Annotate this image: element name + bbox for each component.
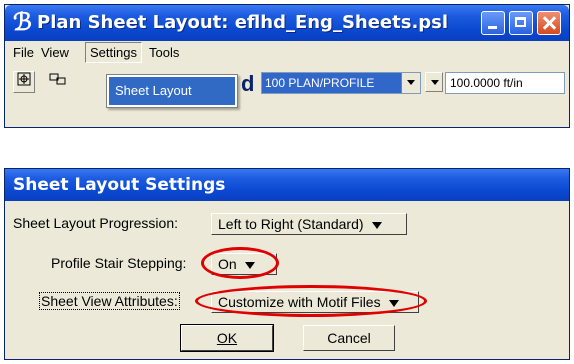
- progression-select[interactable]: Left to Right (Standard): [211, 213, 407, 235]
- minimize-button[interactable]: [481, 11, 505, 35]
- dialog-title-bar[interactable]: Sheet Layout Settings: [5, 169, 569, 201]
- menu-item-sheet-layout[interactable]: Sheet Layout: [109, 77, 235, 105]
- app-logo-icon: ℬ: [13, 7, 32, 36]
- menu-bar: File View Settings Tools: [5, 41, 569, 65]
- stair-stepping-label: Profile Stair Stepping:: [51, 255, 187, 271]
- dialog-title: Sheet Layout Settings: [13, 175, 226, 195]
- toolbar: d 100 PLAN/PROFILE 100.0000 ft/in: [5, 67, 569, 115]
- sheet-boxes-icon[interactable]: [47, 71, 69, 93]
- partial-tool-label: d: [241, 71, 255, 96]
- plan-sheet-layout-window: ℬ Plan Sheet Layout: eflhd_Eng_Sheets.ps…: [4, 4, 570, 128]
- highlight-circle: [195, 285, 427, 317]
- window-title: Plan Sheet Layout: eflhd_Eng_Sheets.psl: [37, 12, 449, 33]
- view-attributes-label: Sheet View Attributes:: [39, 292, 180, 310]
- menu-tools[interactable]: Tools: [149, 45, 179, 60]
- scale-field[interactable]: 100.0000 ft/in: [445, 72, 565, 94]
- close-button[interactable]: [537, 11, 561, 35]
- cancel-button[interactable]: Cancel: [303, 325, 395, 351]
- scale-dropdown-icon[interactable]: [425, 72, 443, 92]
- sheet-type-select[interactable]: 100 PLAN/PROFILE: [261, 72, 421, 94]
- progression-value: Left to Right (Standard): [218, 216, 364, 232]
- chevron-down-icon[interactable]: [401, 73, 420, 93]
- menu-file[interactable]: File: [13, 45, 34, 60]
- maximize-button[interactable]: [509, 11, 533, 35]
- settings-menu-popup: Sheet Layout: [106, 74, 238, 108]
- menu-view[interactable]: View: [41, 45, 69, 60]
- place-sheet-icon[interactable]: [13, 71, 35, 93]
- highlight-circle: [201, 247, 279, 279]
- sheet-type-value: 100 PLAN/PROFILE: [265, 76, 375, 90]
- ok-button[interactable]: OK: [180, 324, 274, 352]
- title-bar[interactable]: ℬ Plan Sheet Layout: eflhd_Eng_Sheets.ps…: [5, 5, 569, 41]
- chevron-down-icon: [371, 221, 382, 229]
- progression-label: Sheet Layout Progression:: [13, 215, 178, 231]
- sheet-layout-settings-dialog: Sheet Layout Settings Sheet Layout Progr…: [4, 168, 570, 360]
- menu-settings[interactable]: Settings: [85, 42, 142, 63]
